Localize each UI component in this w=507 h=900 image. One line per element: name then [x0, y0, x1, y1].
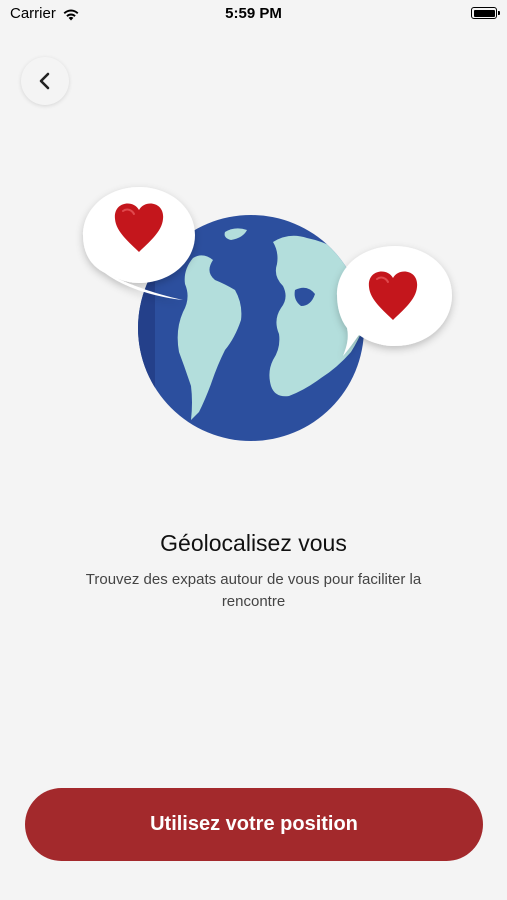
status-bar: Carrier 5:59 PM — [0, 0, 507, 28]
right-speech-bubble — [337, 246, 452, 356]
status-time: 5:59 PM — [225, 5, 282, 22]
use-location-button[interactable]: Utilisez votre position — [25, 788, 483, 861]
geolocation-onboarding-screen: Carrier 5:59 PM Géolocalisez vous Trouve… — [0, 0, 507, 900]
use-location-button-label: Utilisez votre position — [150, 813, 358, 835]
chevron-left-icon — [39, 72, 50, 90]
battery-icon — [471, 7, 500, 19]
page-title: Géolocalisez vous — [160, 530, 347, 556]
globe-hearts-illustration — [83, 187, 452, 441]
page-subtitle: Trouvez des expats autour de vous pour f… — [85, 571, 422, 610]
back-button[interactable] — [21, 57, 69, 105]
